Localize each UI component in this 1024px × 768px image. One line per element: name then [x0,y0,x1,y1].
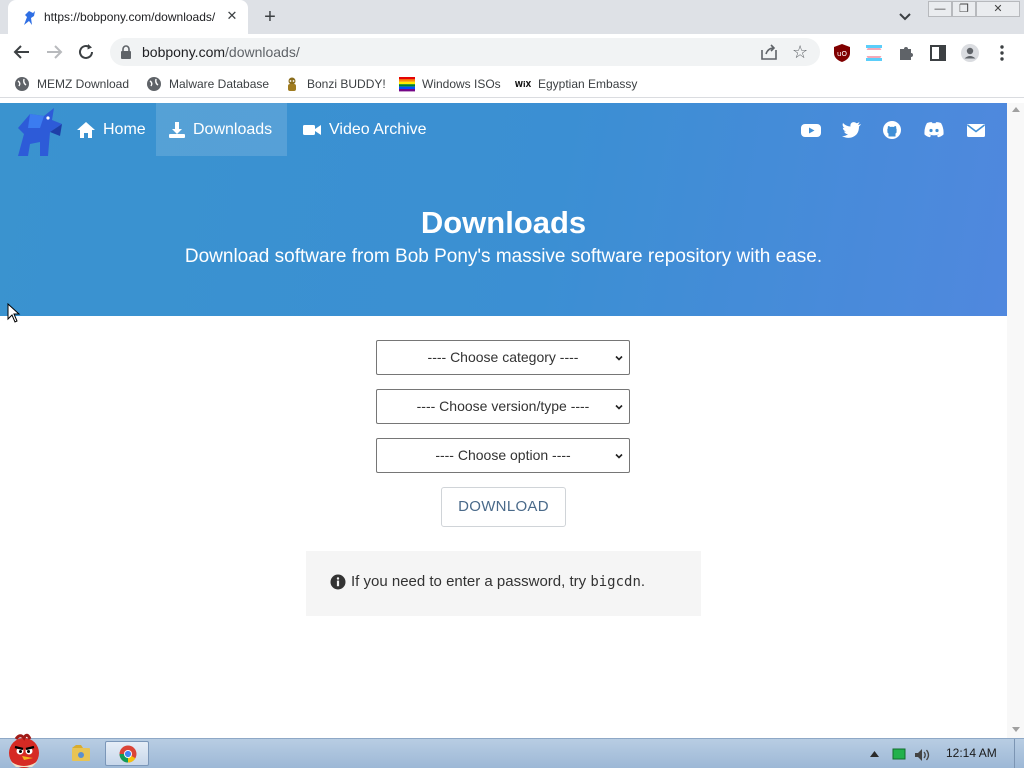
download-button[interactable]: DOWNLOAD [441,487,566,527]
option-select[interactable]: ---- Choose option ---- [376,438,630,473]
tab-close-icon[interactable]: ✕ [224,8,240,24]
start-button-angry-bird-icon[interactable] [2,731,48,768]
password-notice-text: If you need to enter a password, try big… [330,573,645,590]
chrome-taskbar-button[interactable] [105,741,149,766]
bobpony-logo-icon[interactable] [10,106,66,158]
version-type-select-value: ---- Choose version/type ---- [416,398,590,414]
notice-period: . [640,573,646,590]
nav-downloads-label: Downloads [193,120,273,138]
browser-toolbar: bobpony.com/downloads/ ☆ uO [0,34,1024,70]
password-notice: If you need to enter a password, try big… [306,551,701,616]
tray-expand-arrow-icon[interactable] [870,751,879,757]
back-arrow-icon[interactable] [10,40,34,64]
forward-arrow-icon[interactable] [42,40,66,64]
mouse-cursor-icon [7,303,21,323]
extensions-puzzle-icon[interactable] [896,43,916,63]
minimize-button[interactable]: — [928,1,952,17]
notice-text: If you need to enter a password, try [351,573,587,590]
discord-icon[interactable] [922,120,946,140]
chevron-down-icon [615,355,623,361]
side-panel-icon[interactable] [928,43,948,63]
category-select-value: ---- Choose category ---- [427,349,579,365]
option-select-value: ---- Choose option ---- [435,447,571,463]
category-select[interactable]: ---- Choose category ---- [376,340,630,375]
bookmark-bonzi-buddy[interactable]: Bonzi BUDDY! [284,75,386,93]
show-desktop-button[interactable] [1014,739,1024,768]
vertical-scrollbar[interactable] [1007,103,1024,738]
share-icon[interactable] [760,44,778,60]
twitter-icon[interactable] [841,120,863,140]
chevron-down-icon [615,404,623,410]
nav-video-archive[interactable]: Video Archive [290,103,439,156]
bookmark-label: Bonzi BUDDY! [307,77,386,91]
site-navbar: Home Downloads Video Archive [0,103,1007,156]
url-path: /downloads/ [225,44,300,60]
bookmark-memz-download[interactable]: MEMZ Download [14,75,129,93]
bookmark-malware-database[interactable]: Malware Database [146,75,269,93]
page-title: Downloads [420,205,587,240]
bobpony-favicon-icon [24,11,35,25]
bookmark-star-icon[interactable]: ☆ [792,41,808,63]
globe-icon [147,77,161,91]
bookmark-label: Egyptian Embassy [538,77,638,91]
svg-text:WiX: WiX [515,80,531,89]
chrome-icon [119,745,137,763]
address-bar[interactable]: bobpony.com/downloads/ ☆ [110,38,820,66]
tab-title: https://bobpony.com/downloads/ [44,10,216,24]
youtube-icon[interactable] [800,120,822,140]
globe-icon [15,77,29,91]
nav-home[interactable]: Home [64,103,158,156]
bookmarks-bar: MEMZ Download Malware Database Bonzi BUD… [0,70,1024,98]
bookmark-egyptian-embassy[interactable]: WiX Egyptian Embassy [515,75,637,93]
info-circle-icon [330,574,346,589]
page-viewport: Home Downloads Video Archive Downloads D… [0,103,1007,738]
url-text: bobpony.com/downloads/ [142,44,300,60]
password-code: bigcdn [590,573,641,590]
nav-downloads[interactable]: Downloads [156,103,287,156]
scroll-up-arrow-icon[interactable] [1012,107,1020,112]
home-icon [77,121,95,138]
page-subtitle: Download software from Bob Pony's massiv… [184,246,823,267]
wix-icon: WiX [515,80,531,89]
bookmark-label: MEMZ Download [37,77,130,91]
lock-icon[interactable] [120,45,132,59]
restore-button[interactable]: ❐ [952,1,976,17]
new-tab-button[interactable]: + [258,6,282,28]
chevron-down-icon [615,453,623,459]
scroll-down-arrow-icon[interactable] [1012,727,1020,732]
ublock-origin-icon[interactable]: uO [832,43,852,63]
network-icon[interactable] [892,748,906,760]
bonzi-icon [288,77,296,91]
version-type-select[interactable]: ---- Choose version/type ---- [376,389,630,424]
tab-strip: https://bobpony.com/downloads/ ✕ + — ❐ ✕ [0,0,1024,34]
volume-icon[interactable] [914,748,932,762]
active-tab[interactable]: https://bobpony.com/downloads/ ✕ [8,0,248,34]
nav-video-archive-label: Video Archive [329,120,427,138]
close-window-button[interactable]: ✕ [976,1,1020,17]
mail-icon[interactable] [965,120,987,140]
chrome-menu-kebab-icon[interactable] [994,43,1010,63]
nav-home-label: Home [103,120,146,138]
taskbar-clock[interactable]: 12:14 AM [946,746,997,760]
reload-icon[interactable] [74,40,98,64]
svg-text:uO: uO [837,50,847,58]
github-icon[interactable] [881,120,903,140]
url-host: bobpony.com [142,44,226,60]
tab-search-chevron-icon[interactable] [895,8,915,26]
bookmark-label: Malware Database [169,77,270,91]
windows-taskbar: 12:14 AM [0,733,1024,768]
explorer-folder-icon[interactable] [68,741,94,766]
profile-avatar-icon[interactable] [960,43,980,63]
pride-flag-extension-icon[interactable] [864,43,884,63]
rainbow-flag-icon [399,77,415,92]
hero-banner: Home Downloads Video Archive Downloads D… [0,103,1007,316]
download-icon [169,121,185,138]
video-icon [303,124,321,135]
bookmark-windows-isos[interactable]: Windows ISOs [399,75,501,93]
bookmark-label: Windows ISOs [422,77,501,91]
